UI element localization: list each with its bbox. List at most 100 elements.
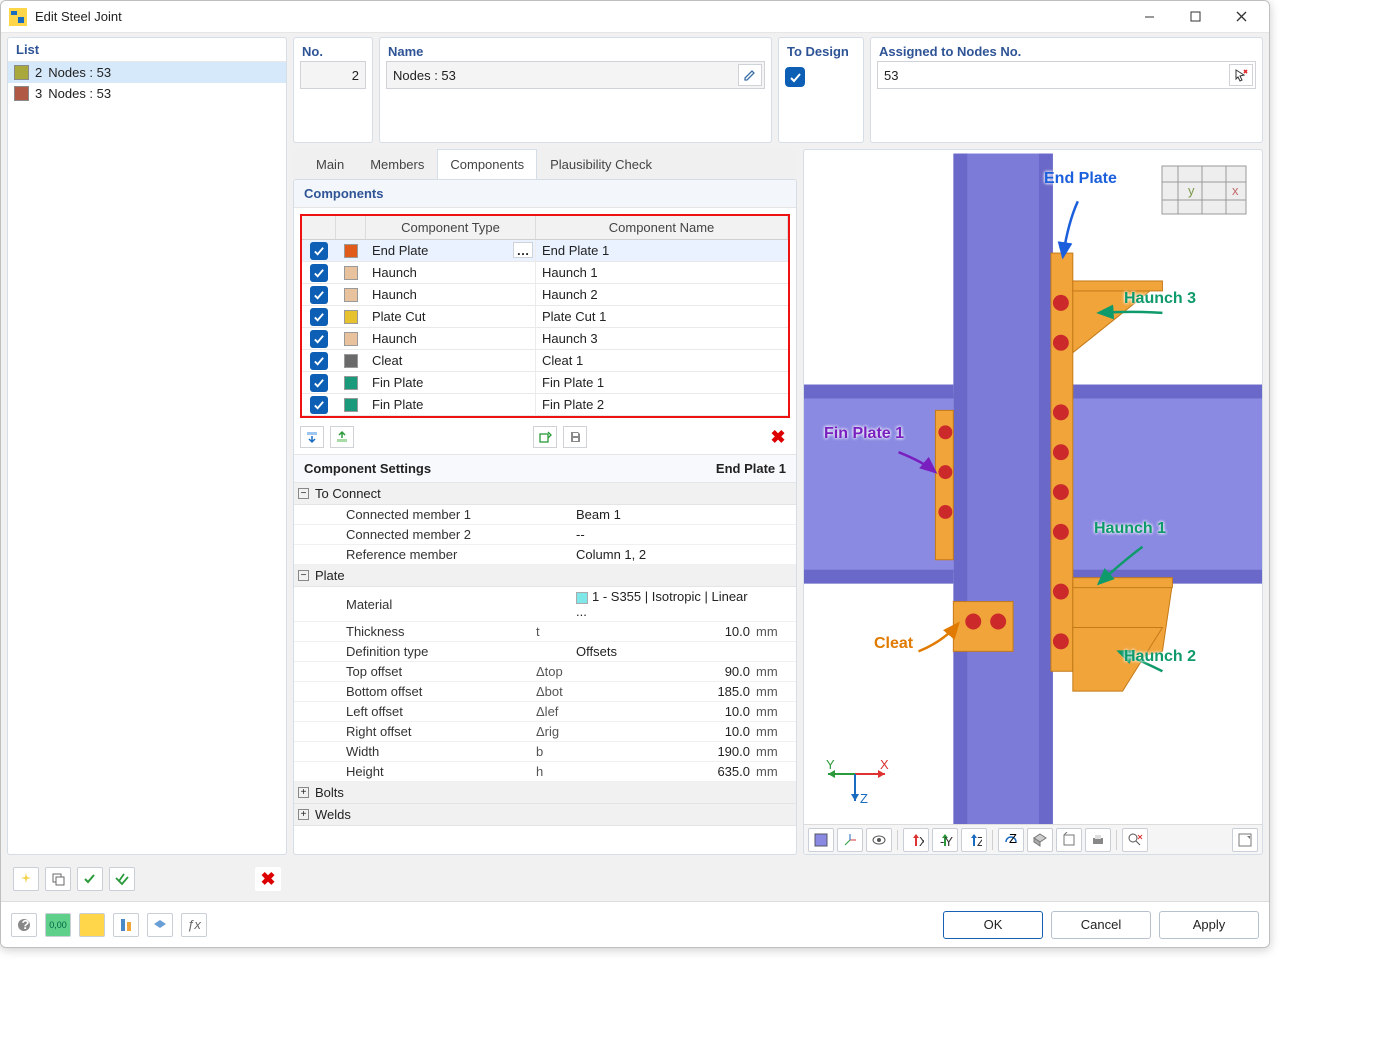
row-checkbox[interactable] (310, 264, 328, 282)
row-checkbox[interactable] (310, 396, 328, 414)
component-row[interactable]: Haunch Haunch 2 (302, 284, 788, 306)
list-item[interactable]: 2 Nodes : 53 (8, 62, 286, 83)
apply-button[interactable]: Apply (1159, 911, 1259, 939)
row-checkbox[interactable] (310, 286, 328, 304)
prop-row[interactable]: Material 1 - S355 | Isotropic | Linear .… (294, 587, 796, 622)
statusbar: ? 0,00 ƒx OK Cancel Apply (1, 901, 1269, 947)
row-checkbox[interactable] (310, 330, 328, 348)
tab-members[interactable]: Members (357, 149, 437, 179)
prop-row[interactable]: Right offset Δrig 10.0 mm (294, 722, 796, 742)
cancel-button[interactable]: Cancel (1051, 911, 1151, 939)
view-y-button[interactable]: -Y (932, 828, 958, 852)
group-plate[interactable]: −Plate (294, 565, 796, 587)
prop-symbol: Δrig (536, 724, 576, 739)
component-row[interactable]: Haunch Haunch 3 (302, 328, 788, 350)
move-up-button[interactable] (330, 426, 354, 448)
view-x-button[interactable]: X (903, 828, 929, 852)
row-name: Haunch 1 (536, 262, 788, 283)
ok-button[interactable]: OK (943, 911, 1043, 939)
tab-main[interactable]: Main (303, 149, 357, 179)
components-toolbar: ✖ (294, 424, 796, 454)
help-button[interactable]: ? (11, 913, 37, 937)
view-z-button[interactable]: Z (961, 828, 987, 852)
row-checkbox[interactable] (310, 374, 328, 392)
todesign-checkbox[interactable] (785, 67, 805, 87)
component-row[interactable]: Plate Cut Plate Cut 1 (302, 306, 788, 328)
row-type: Haunch (366, 328, 536, 349)
prop-row[interactable]: Thickness t 10.0 mm (294, 622, 796, 642)
nav-cube[interactable]: y x (1156, 160, 1252, 220)
prop-row[interactable]: Width b 190.0 mm (294, 742, 796, 762)
render-mode-button[interactable] (808, 828, 834, 852)
nodes-label: Assigned to Nodes No. (871, 38, 1262, 61)
component-row[interactable]: Fin Plate Fin Plate 2 (302, 394, 788, 416)
component-row[interactable]: Fin Plate Fin Plate 1 (302, 372, 788, 394)
new-item-button[interactable] (13, 867, 39, 891)
edit-name-button[interactable] (738, 64, 762, 86)
row-checkbox[interactable] (310, 242, 328, 260)
group-bolts[interactable]: +Bolts (294, 782, 796, 804)
nodes-panel: Assigned to Nodes No. (870, 37, 1263, 143)
nodes-input[interactable] (884, 68, 1249, 83)
import-button[interactable] (533, 426, 557, 448)
row-checkbox[interactable] (310, 308, 328, 326)
prop-value: Offsets (576, 644, 756, 659)
copy-button[interactable] (45, 867, 71, 891)
tab-plausibility-check[interactable]: Plausibility Check (537, 149, 665, 179)
svg-text:-Y: -Y (940, 834, 953, 848)
tab-components[interactable]: Components (437, 149, 537, 179)
save-button[interactable] (563, 426, 587, 448)
prop-value: Beam 1 (576, 507, 756, 522)
component-row[interactable]: Haunch Haunch 1 (302, 262, 788, 284)
row-checkbox[interactable] (310, 352, 328, 370)
pick-nodes-button[interactable] (1229, 64, 1253, 86)
collapse-icon: − (298, 488, 309, 499)
axes-button[interactable] (837, 828, 863, 852)
prop-row[interactable]: Left offset Δlef 10.0 mm (294, 702, 796, 722)
iso-button[interactable] (1027, 828, 1053, 852)
prop-row[interactable]: Bottom offset Δbot 185.0 mm (294, 682, 796, 702)
zoom-reset-button[interactable] (1122, 828, 1148, 852)
row-name: End Plate 1 (536, 240, 788, 261)
delete-item-button[interactable]: ✖ (255, 867, 281, 891)
config-button[interactable] (113, 913, 139, 937)
component-row[interactable]: End Plate… End Plate 1 (302, 240, 788, 262)
print-button[interactable] (1085, 828, 1111, 852)
row-name: Fin Plate 1 (536, 372, 788, 393)
check-single-button[interactable] (77, 867, 103, 891)
units-button[interactable]: 0,00 (45, 913, 71, 937)
component-row[interactable]: Cleat Cleat 1 (302, 350, 788, 372)
expand-button[interactable] (1232, 828, 1258, 852)
prop-row[interactable]: Height h 635.0 mm (294, 762, 796, 782)
close-button[interactable] (1221, 4, 1261, 30)
row-type: Plate Cut (366, 306, 536, 327)
row-options-button[interactable]: … (513, 242, 533, 258)
row-name: Fin Plate 2 (536, 394, 788, 415)
move-down-button[interactable] (300, 426, 324, 448)
fx-button[interactable]: ƒx (181, 913, 207, 937)
name-panel: Name Nodes : 53 (379, 37, 772, 143)
color-button[interactable] (79, 913, 105, 937)
eye-button[interactable] (866, 828, 892, 852)
prop-row[interactable]: Reference member Column 1, 2 (294, 545, 796, 565)
box-button[interactable] (1056, 828, 1082, 852)
window-title: Edit Steel Joint (35, 9, 1129, 24)
rotate-z-button[interactable]: Z (998, 828, 1024, 852)
prop-row[interactable]: Connected member 1 Beam 1 (294, 505, 796, 525)
minimize-button[interactable] (1129, 4, 1169, 30)
components-header-row: Component Type Component Name (302, 216, 788, 240)
group-to-connect[interactable]: −To Connect (294, 483, 796, 505)
check-all-button[interactable] (109, 867, 135, 891)
prop-row[interactable]: Definition type Offsets (294, 642, 796, 662)
col-type: Component Type (366, 216, 536, 239)
prop-row[interactable]: Connected member 2 -- (294, 525, 796, 545)
delete-component-button[interactable]: ✖ (766, 426, 790, 448)
3d-view[interactable]: X Y Z y x End PlateFin Plate 1CleatHaunc… (803, 149, 1263, 855)
row-name: Haunch 2 (536, 284, 788, 305)
group-welds[interactable]: +Welds (294, 804, 796, 826)
list-item[interactable]: 3 Nodes : 53 (8, 83, 286, 104)
row-type: End Plate… (366, 240, 536, 261)
layer-button[interactable] (147, 913, 173, 937)
maximize-button[interactable] (1175, 4, 1215, 30)
prop-row[interactable]: Top offset Δtop 90.0 mm (294, 662, 796, 682)
